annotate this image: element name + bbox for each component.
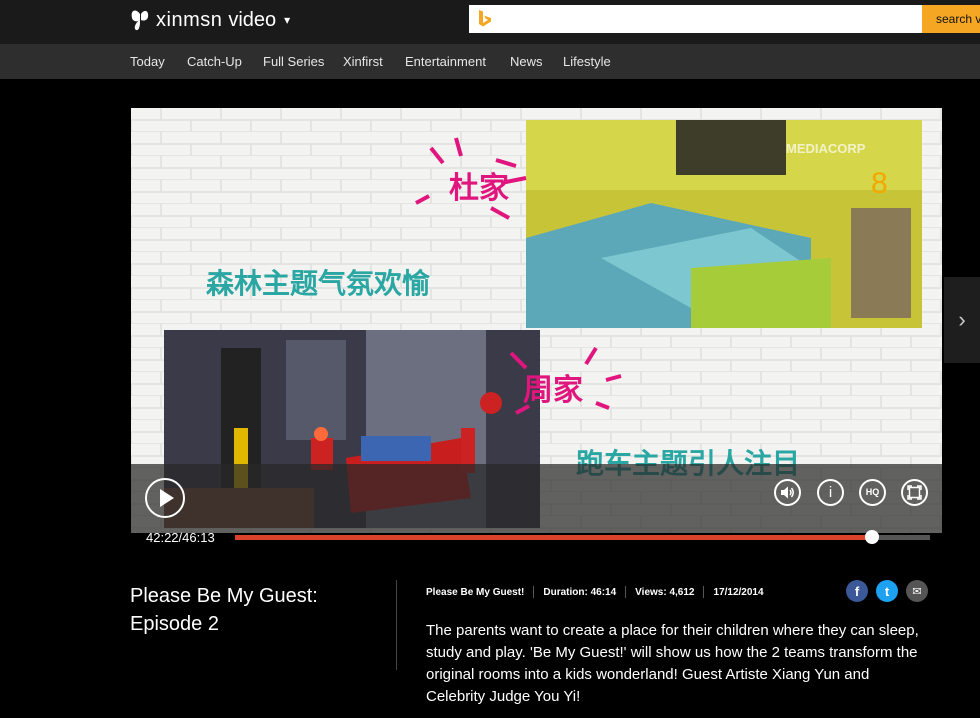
chevron-right-icon: › [958, 307, 966, 332]
fullscreen-icon [907, 485, 922, 500]
episode-title: Please Be My Guest: Episode 2 [130, 582, 360, 638]
nav-item-full-series[interactable]: Full Series [263, 44, 324, 79]
fullscreen-button[interactable] [901, 479, 928, 506]
episode-meta: Please Be My Guest! Duration: 46:14 View… [426, 585, 764, 599]
episode-title-line1: Please Be My Guest: [130, 585, 318, 607]
top-bar: xinmsn video ▾ search v [0, 0, 980, 44]
meta-separator [703, 586, 705, 598]
bing-icon [479, 10, 491, 27]
hq-button[interactable]: HQ [859, 479, 886, 506]
episode-title-line2: Episode 2 [130, 613, 219, 635]
nav-item-xinfirst[interactable]: Xinfirst [343, 44, 383, 79]
twitter-share-button[interactable]: t [876, 580, 898, 602]
volume-button[interactable] [774, 479, 801, 506]
video-player[interactable]: MEDIACORP 8 杜家 森林主题气氛欢愉 周家 i HQ [131, 108, 942, 533]
info-button[interactable]: i [817, 479, 844, 506]
xinmsn-logo[interactable]: xinmsn video ▾ [130, 6, 290, 34]
search-bar: search v [469, 5, 980, 33]
facebook-share-button[interactable]: f [846, 580, 868, 602]
nav-item-entertainment[interactable]: Entertainment [405, 44, 486, 79]
progress-fill [235, 535, 873, 540]
overlay-forest-theme: 森林主题气氛欢愉 [206, 267, 431, 300]
player-controls: i HQ [131, 464, 942, 533]
room-image-forest: MEDIACORP 8 [526, 120, 922, 328]
email-share-button[interactable]: ✉ [906, 580, 928, 602]
nav-item-news[interactable]: News [510, 44, 543, 79]
chevron-down-icon[interactable]: ▾ [284, 13, 290, 27]
email-icon: ✉ [912, 585, 922, 598]
play-icon [160, 489, 174, 507]
play-button[interactable] [145, 478, 185, 518]
watermark-text: MEDIACORP [786, 141, 866, 156]
time-display: 42:22/46:13 [146, 530, 215, 545]
nav-item-catch-up[interactable]: Catch-Up [187, 44, 242, 79]
progress-scrubber[interactable] [865, 530, 880, 544]
brand-name: xinmsn [156, 8, 223, 31]
divider [396, 580, 397, 670]
progress-track[interactable] [235, 530, 930, 544]
nav-item-lifestyle[interactable]: Lifestyle [563, 44, 611, 79]
overlay-family-du: 杜家 [449, 171, 509, 206]
duration: Duration: 46:14 [543, 586, 617, 598]
show-name: Please Be My Guest! [426, 586, 525, 598]
svg-text:8: 8 [871, 167, 888, 200]
twitter-icon: t [884, 583, 890, 599]
next-video-arrow[interactable]: › [944, 277, 980, 363]
search-button[interactable]: search v [922, 5, 980, 33]
air-date: 17/12/2014 [713, 586, 764, 598]
meta-separator [625, 586, 627, 598]
nav-bar: Today Catch-Up Full Series Xinfirst Ente… [0, 44, 980, 79]
msn-butterfly-icon [131, 10, 149, 31]
views: Views: 4,612 [635, 586, 695, 598]
facebook-icon: f [854, 583, 860, 599]
section-name: video [228, 8, 277, 31]
overlay-family-zhou: 周家 [523, 373, 583, 408]
episode-description: The parents want to create a place for t… [426, 622, 919, 705]
volume-icon [781, 486, 794, 499]
hq-label: HQ [865, 487, 880, 497]
search-input[interactable] [501, 7, 915, 31]
nav-item-today[interactable]: Today [130, 44, 165, 79]
info-icon: i [828, 484, 833, 501]
meta-separator [533, 586, 535, 598]
